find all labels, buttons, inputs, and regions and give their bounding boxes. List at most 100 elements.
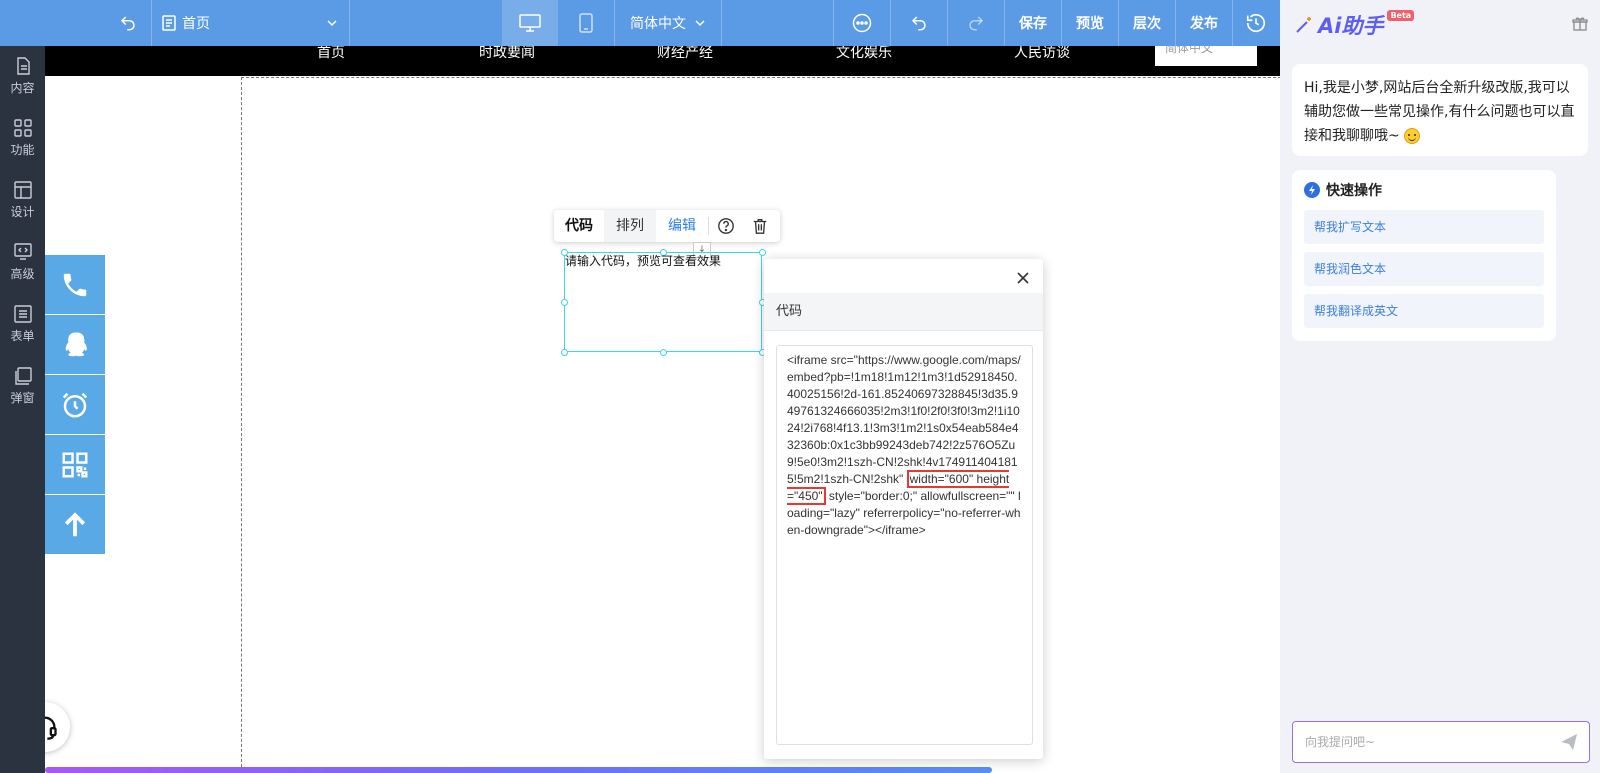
page-selector-label: 首页 (182, 16, 210, 32)
language-selector[interactable]: 简体中文 (615, 0, 721, 46)
help-button[interactable] (709, 210, 743, 242)
ai-logo-text: Ai助手 (1318, 14, 1384, 38)
headset-icon (45, 716, 57, 740)
quick-action-polish[interactable]: 帮我润色文本 (1304, 252, 1544, 286)
file-icon (16, 57, 30, 75)
sidebar-item-label: 设计 (10, 205, 35, 219)
close-icon (1017, 272, 1029, 284)
undo-button[interactable] (891, 0, 947, 46)
site-nav-item[interactable]: 财经产经 (657, 46, 713, 68)
sidebar-item-design[interactable]: 设计 (0, 170, 45, 230)
ai-settings-button[interactable] (1572, 16, 1588, 36)
list-icon (13, 305, 32, 323)
lightning-icon (1304, 182, 1320, 198)
site-language-select[interactable]: 简体中文 (1155, 46, 1257, 66)
beta-badge: Beta (1387, 9, 1415, 21)
site-nav-item[interactable]: 时政要闻 (479, 46, 535, 68)
editor-canvas[interactable]: 首页 时政要闻 财经产经 文化娱乐 人民访谈 简体中文 代码 排列 编辑 ⤓ 请… (45, 46, 1280, 773)
layout-icon (13, 181, 32, 199)
sidebar-item-label: 内容 (10, 81, 35, 95)
code-monitor-icon (13, 243, 32, 260)
code-element-placeholder: 请输入代码，预览可查看效果 (565, 254, 722, 268)
qrcode-button[interactable] (45, 435, 105, 495)
publish-button[interactable]: 发布 (1176, 0, 1232, 46)
phone-icon (63, 273, 87, 296)
arrow-up-icon (64, 511, 86, 536)
tab-arrange[interactable]: 排列 (604, 210, 656, 242)
sidebar-item-label: 弹窗 (10, 391, 35, 405)
close-button[interactable] (1017, 269, 1029, 288)
site-nav-item[interactable]: 人民访谈 (1014, 46, 1070, 68)
site-nav-item[interactable]: 首页 (317, 46, 345, 68)
popup-icon (14, 367, 32, 385)
sidebar-item-content[interactable]: 内容 (0, 46, 45, 106)
sidebar-item-form[interactable]: 表单 (0, 294, 45, 354)
progress-strip (45, 767, 992, 773)
page-selector[interactable]: 首页 (152, 0, 348, 46)
top-toolbar: 首页 简体中文 保存 预览 层次 发布 (0, 0, 1280, 46)
preview-button[interactable]: 预览 (1062, 0, 1118, 46)
dialog-title: 代码 (764, 293, 1043, 331)
history-button[interactable] (1233, 0, 1279, 46)
language-label: 简体中文 (630, 16, 686, 32)
qrcode-icon (62, 452, 88, 477)
desktop-view-button[interactable] (502, 0, 558, 46)
code-textarea[interactable]: <iframe src="https://www.google.com/maps… (776, 345, 1033, 745)
delete-button[interactable] (743, 210, 777, 242)
tab-code[interactable]: 代码 (554, 210, 604, 242)
element-toolbar: 代码 排列 编辑 (554, 210, 780, 242)
redo-icon (969, 16, 984, 31)
quick-action-translate[interactable]: 帮我翻译成英文 (1304, 294, 1544, 328)
redo-button[interactable] (948, 0, 1004, 46)
quick-actions-title: 快速操作 (1326, 183, 1382, 199)
question-icon (718, 218, 734, 234)
floating-buttons (45, 255, 105, 555)
ai-chat-input[interactable] (1293, 722, 1543, 762)
qq-penguin-icon (65, 332, 87, 356)
trash-icon (753, 219, 767, 234)
code-text: <iframe src="https://www.google.com/maps… (787, 353, 1021, 486)
mobile-view-button[interactable] (558, 0, 614, 46)
chevron-down-icon (327, 20, 337, 27)
chevron-down-icon (695, 20, 705, 27)
left-sidebar: 内容 功能 设计 高级 表单 弹窗 (0, 46, 45, 773)
undo-page-button[interactable] (108, 0, 148, 46)
ai-assistant-panel: Ai助手 Beta Hi,我是小梦,网站后台全新升级改版,我可以辅助您做一些常见… (1280, 0, 1600, 773)
quick-action-expand[interactable]: 帮我扩写文本 (1304, 210, 1544, 244)
site-navigation: 首页 时政要闻 财经产经 文化娱乐 人民访谈 简体中文 (45, 46, 1280, 76)
alarm-clock-icon (62, 392, 88, 417)
layers-button[interactable]: 层次 (1119, 0, 1175, 46)
gift-box-icon (1572, 17, 1588, 31)
sidebar-item-advanced[interactable]: 高级 (0, 232, 45, 292)
send-icon (1561, 734, 1577, 750)
quick-actions: 快速操作 帮我扩写文本 帮我润色文本 帮我翻译成英文 (1292, 170, 1556, 341)
code-dialog: 代码 <iframe src="https://www.google.com/m… (764, 259, 1043, 759)
smile-emoji-icon (1404, 128, 1421, 144)
mobile-icon (579, 13, 593, 33)
sidebar-item-function[interactable]: 功能 (0, 108, 45, 168)
alarm-button[interactable] (45, 375, 105, 435)
sidebar-item-popup[interactable]: 弹窗 (0, 356, 45, 416)
back-arrow-icon (120, 16, 135, 31)
ai-logo: Ai助手 Beta (1294, 9, 1415, 40)
sidebar-item-label: 功能 (10, 143, 35, 157)
ai-chat-input-box (1292, 721, 1590, 763)
magic-wand-icon (1296, 17, 1311, 33)
phone-button[interactable] (45, 255, 105, 315)
back-to-top-button[interactable] (45, 495, 105, 555)
site-nav-item[interactable]: 文化娱乐 (836, 46, 892, 68)
history-icon (1246, 14, 1266, 33)
sidebar-item-label: 高级 (10, 267, 35, 281)
send-button[interactable] (1559, 732, 1579, 756)
content-area[interactable] (241, 77, 1280, 773)
more-dots-icon (852, 13, 872, 33)
ai-header: Ai助手 Beta (1280, 0, 1600, 48)
customer-support-button[interactable] (45, 702, 70, 752)
desktop-icon (519, 14, 541, 32)
tab-edit[interactable]: 编辑 (656, 210, 708, 242)
ai-greeting-message: Hi,我是小梦,网站后台全新升级改版,我可以辅助您做一些常见操作,有什么问题也可… (1292, 64, 1588, 156)
undo-icon (911, 16, 926, 31)
qq-button[interactable] (45, 315, 105, 375)
more-button[interactable] (834, 0, 890, 46)
save-button[interactable]: 保存 (1005, 0, 1061, 46)
